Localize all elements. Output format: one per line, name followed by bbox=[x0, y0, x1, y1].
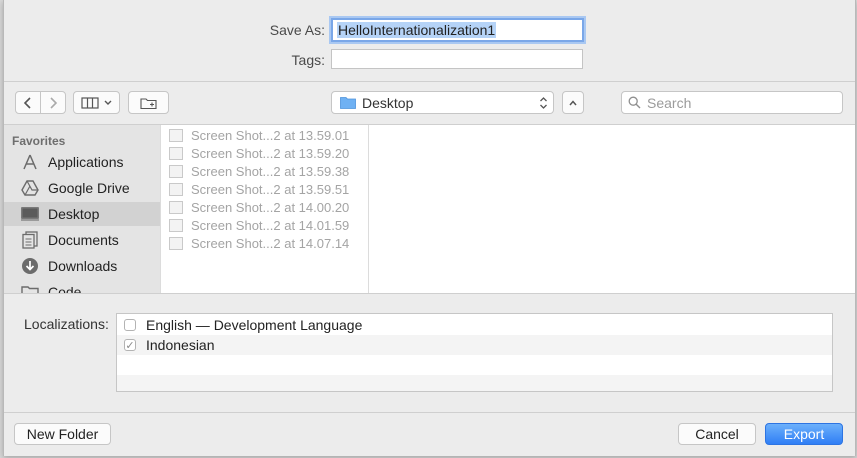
file-column: Screen Shot...2 at 13.59.01 Screen Shot.… bbox=[160, 125, 369, 293]
downloads-icon bbox=[20, 257, 40, 275]
file-item[interactable]: Screen Shot...2 at 13.59.20 bbox=[161, 144, 368, 162]
divider bbox=[4, 412, 855, 413]
file-item[interactable]: Screen Shot...2 at 14.00.20 bbox=[161, 198, 368, 216]
sidebar-item-code[interactable]: Code bbox=[4, 280, 160, 293]
localization-row-english[interactable]: English — Development Language bbox=[117, 315, 832, 335]
file-thumbnail-icon bbox=[169, 164, 183, 178]
tags-field[interactable] bbox=[331, 49, 583, 69]
file-name: Screen Shot...2 at 13.59.01 bbox=[191, 127, 350, 143]
file-item[interactable]: Screen Shot...2 at 14.07.14 bbox=[161, 234, 368, 252]
chevron-down-icon bbox=[104, 100, 111, 105]
chevron-up-icon bbox=[569, 99, 577, 105]
sidebar-item-label: Documents bbox=[48, 232, 119, 248]
localizations-label: Localizations: bbox=[24, 316, 109, 332]
sidebar-item-desktop[interactable]: Desktop bbox=[4, 202, 160, 226]
file-item[interactable]: Screen Shot...2 at 13.59.38 bbox=[161, 162, 368, 180]
new-folder-button[interactable]: New Folder bbox=[14, 423, 111, 445]
google-drive-icon bbox=[20, 179, 40, 197]
search-placeholder: Search bbox=[647, 94, 692, 111]
sidebar-item-applications[interactable]: Applications bbox=[4, 150, 160, 174]
file-thumbnail-icon bbox=[169, 218, 183, 232]
file-name: Screen Shot...2 at 13.59.20 bbox=[191, 145, 350, 161]
search-field[interactable]: Search bbox=[621, 91, 843, 114]
sidebar-item-google-drive[interactable]: Google Drive bbox=[4, 176, 160, 200]
applications-icon bbox=[20, 153, 40, 171]
updown-chevron-icon bbox=[540, 96, 547, 109]
search-icon bbox=[628, 96, 641, 109]
localization-label: English — Development Language bbox=[146, 317, 363, 333]
new-folder-toolbar-button[interactable] bbox=[128, 91, 169, 114]
file-thumbnail-icon bbox=[169, 182, 183, 196]
file-name: Screen Shot...2 at 14.07.14 bbox=[191, 235, 350, 251]
cancel-button[interactable]: Cancel bbox=[678, 423, 756, 445]
file-browser: Favorites Applications Google Drive Desk… bbox=[4, 124, 855, 294]
documents-icon bbox=[20, 231, 40, 249]
column-view-icon bbox=[80, 96, 99, 109]
chevron-right-icon bbox=[50, 96, 58, 109]
localization-empty-row bbox=[117, 375, 832, 391]
file-item[interactable]: Screen Shot...2 at 13.59.51 bbox=[161, 180, 368, 198]
sidebar-item-label: Downloads bbox=[48, 258, 118, 274]
localizations-list: English — Development Language ✓ Indones… bbox=[116, 313, 833, 392]
file-item[interactable]: Screen Shot...2 at 14.01.59 bbox=[161, 216, 368, 234]
file-thumbnail-icon bbox=[169, 146, 183, 160]
file-name: Screen Shot...2 at 13.59.38 bbox=[191, 163, 350, 179]
folder-plus-icon bbox=[139, 97, 157, 109]
location-label: Desktop bbox=[362, 94, 414, 111]
sidebar-item-downloads[interactable]: Downloads bbox=[4, 254, 160, 278]
file-name: Screen Shot...2 at 14.00.20 bbox=[191, 199, 350, 215]
file-thumbnail-icon bbox=[169, 200, 183, 214]
save-as-label: Save As: bbox=[269, 22, 325, 38]
sidebar-item-label: Google Drive bbox=[48, 180, 130, 196]
sidebar-item-documents[interactable]: Documents bbox=[4, 228, 160, 252]
file-thumbnail-icon bbox=[169, 128, 183, 142]
chevron-left-icon bbox=[23, 96, 31, 109]
localization-row-indonesian[interactable]: ✓ Indonesian bbox=[117, 335, 832, 355]
sidebar-item-label: Code bbox=[48, 284, 82, 293]
file-name: Screen Shot...2 at 14.01.59 bbox=[191, 217, 350, 233]
tags-label: Tags: bbox=[291, 52, 325, 68]
sidebar-heading: Favorites bbox=[12, 134, 66, 148]
save-as-value: HelloInternationalization1 bbox=[337, 22, 497, 38]
save-dialog: Save As: HelloInternationalization1 Tags… bbox=[3, 0, 856, 456]
folder-icon bbox=[20, 283, 40, 293]
back-button[interactable] bbox=[15, 91, 41, 114]
file-thumbnail-icon bbox=[169, 236, 183, 250]
save-as-field[interactable]: HelloInternationalization1 bbox=[331, 18, 584, 42]
view-mode-button[interactable] bbox=[73, 91, 120, 114]
location-popup[interactable]: Desktop bbox=[331, 91, 554, 114]
localization-label: Indonesian bbox=[146, 337, 215, 353]
divider bbox=[4, 81, 855, 82]
sidebar-item-label: Desktop bbox=[48, 206, 100, 222]
desktop-icon bbox=[20, 205, 40, 223]
export-button[interactable]: Export bbox=[765, 423, 843, 445]
file-name: Screen Shot...2 at 13.59.51 bbox=[191, 181, 350, 197]
localization-checkbox[interactable]: ✓ bbox=[124, 339, 136, 352]
expand-collapse-button[interactable] bbox=[562, 91, 584, 114]
folder-icon bbox=[340, 97, 356, 109]
sidebar-item-label: Applications bbox=[48, 154, 124, 170]
localization-empty-row bbox=[117, 355, 832, 375]
sidebar: Favorites Applications Google Drive Desk… bbox=[4, 125, 160, 293]
file-item[interactable]: Screen Shot...2 at 13.59.01 bbox=[161, 126, 368, 144]
localization-checkbox[interactable] bbox=[124, 319, 136, 331]
forward-button[interactable] bbox=[40, 91, 66, 114]
